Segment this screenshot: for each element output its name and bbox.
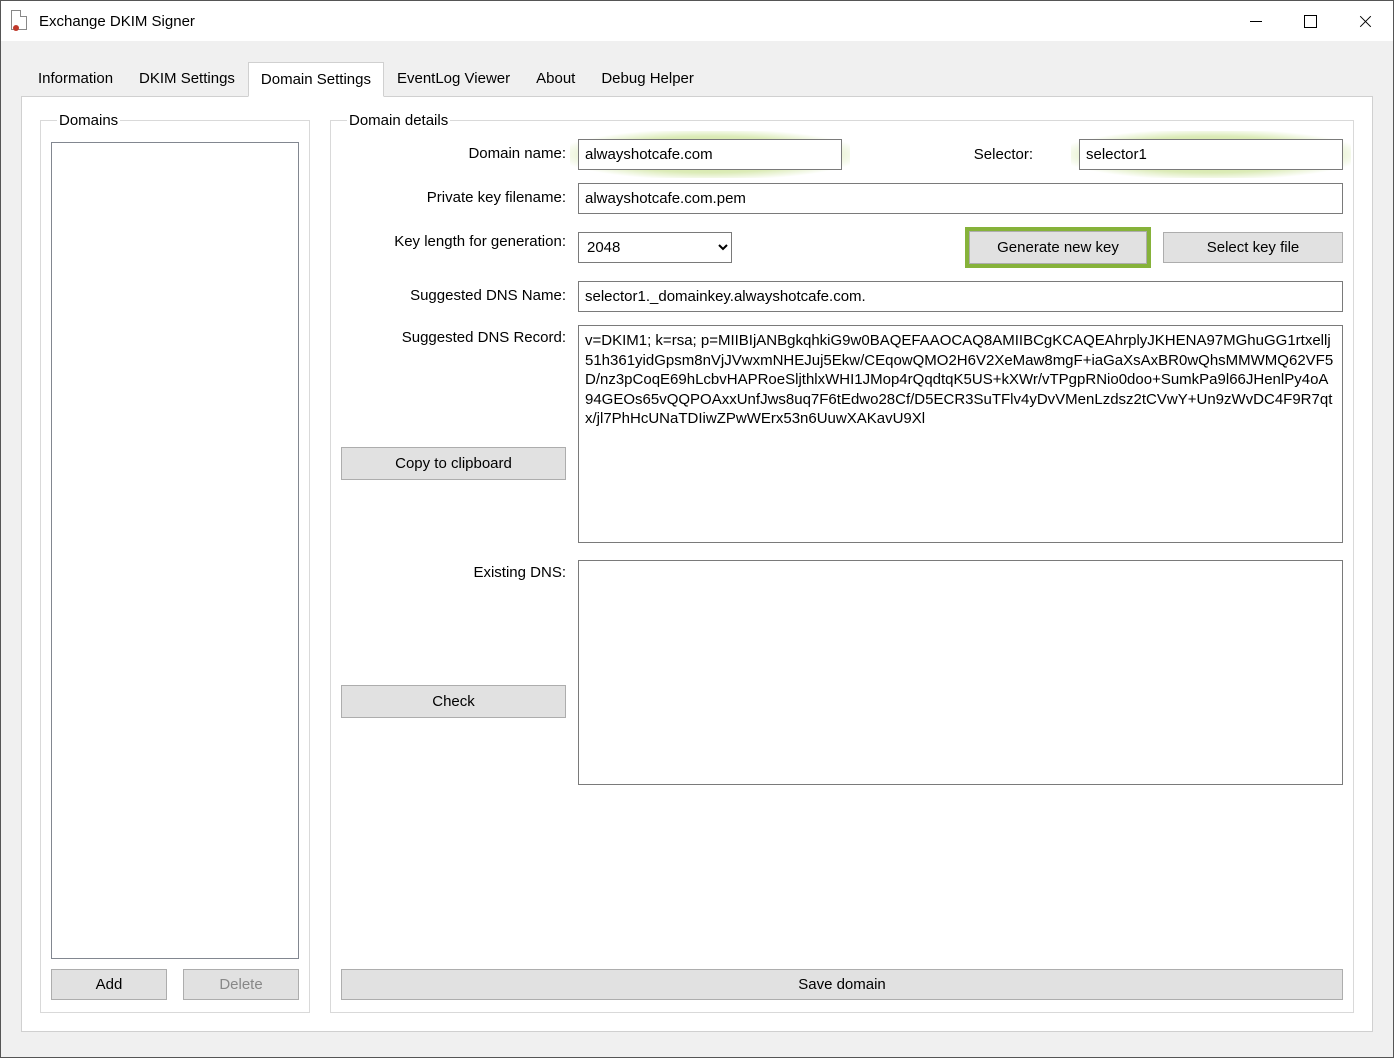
key-length-row: 2048 Generate new key Select key file	[578, 227, 1343, 268]
selector-highlight	[1079, 139, 1343, 170]
tab-dkim-settings[interactable]: DKIM Settings	[126, 61, 248, 96]
domain-name-input[interactable]	[578, 139, 842, 170]
dns-record-textarea[interactable]	[578, 325, 1343, 543]
dns-name-label: Suggested DNS Name:	[341, 281, 566, 304]
selector-label: Selector:	[974, 146, 1039, 163]
app-window: Exchange DKIM Signer Information DKIM Se…	[0, 0, 1394, 1058]
existing-dns-label: Existing DNS:	[341, 560, 566, 581]
dns-name-input[interactable]	[578, 281, 1343, 312]
app-icon	[11, 10, 29, 32]
select-key-file-button[interactable]: Select key file	[1163, 232, 1343, 263]
domains-button-row: Add Delete	[51, 969, 299, 1000]
tab-debug-helper[interactable]: Debug Helper	[588, 61, 707, 96]
details-form: Domain name: Selector: Private key filen…	[341, 139, 1343, 789]
existing-dns-row	[578, 560, 1343, 789]
close-button[interactable]	[1338, 1, 1393, 41]
generate-key-highlight: Generate new key	[965, 227, 1151, 268]
generate-key-button[interactable]: Generate new key	[969, 231, 1147, 264]
domain-name-highlight	[578, 139, 842, 170]
window-controls	[1228, 1, 1393, 41]
titlebar: Exchange DKIM Signer	[1, 1, 1393, 41]
domain-name-row: Selector:	[578, 139, 1343, 170]
check-dns-button[interactable]: Check	[341, 685, 566, 718]
private-key-input[interactable]	[578, 183, 1343, 214]
dns-record-label: Suggested DNS Record:	[341, 325, 566, 346]
key-length-label: Key length for generation:	[341, 227, 566, 250]
add-domain-button[interactable]: Add	[51, 969, 167, 1000]
private-key-label: Private key filename:	[341, 183, 566, 206]
tab-domain-settings[interactable]: Domain Settings	[248, 62, 384, 97]
domain-details-groupbox: Domain details Domain name: Selector: Pr…	[330, 112, 1354, 1013]
dns-record-row	[578, 325, 1343, 547]
tab-about[interactable]: About	[523, 61, 588, 96]
delete-domain-button[interactable]: Delete	[183, 969, 299, 1000]
private-key-row	[578, 183, 1343, 214]
selector-input[interactable]	[1079, 139, 1343, 170]
tab-body: Domains Add Delete Domain details Domain…	[21, 96, 1373, 1032]
window-title: Exchange DKIM Signer	[39, 13, 1228, 30]
copy-to-clipboard-button[interactable]: Copy to clipboard	[341, 447, 566, 480]
existing-dns-textarea[interactable]	[578, 560, 1343, 785]
save-domain-button[interactable]: Save domain	[341, 969, 1343, 1000]
domains-listbox[interactable]	[51, 142, 299, 959]
domain-details-legend: Domain details	[347, 112, 450, 129]
domain-name-label: Domain name:	[341, 139, 566, 162]
maximize-button[interactable]	[1283, 1, 1338, 41]
domains-groupbox: Domains Add Delete	[40, 112, 310, 1013]
copy-clipboard-cell: Copy to clipboard	[341, 427, 566, 480]
check-cell: Check	[341, 665, 566, 718]
client-area: Information DKIM Settings Domain Setting…	[1, 41, 1393, 1057]
minimize-button[interactable]	[1228, 1, 1283, 41]
save-row: Save domain	[341, 957, 1343, 1000]
tab-information[interactable]: Information	[25, 61, 126, 96]
tab-eventlog-viewer[interactable]: EventLog Viewer	[384, 61, 523, 96]
dns-name-row	[578, 281, 1343, 312]
tab-strip: Information DKIM Settings Domain Setting…	[25, 61, 1373, 96]
domains-legend: Domains	[57, 112, 120, 129]
key-length-select[interactable]: 2048	[578, 232, 732, 263]
